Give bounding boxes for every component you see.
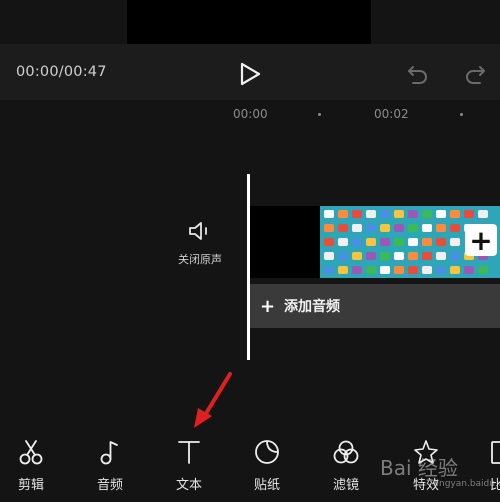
annotation-arrow bbox=[194, 372, 232, 428]
tool-sticker[interactable]: 贴纸 bbox=[237, 438, 297, 493]
app-icon-thumbnail bbox=[422, 210, 432, 218]
tool-edit[interactable]: 剪辑 bbox=[1, 438, 61, 493]
app-icon-thumbnail bbox=[352, 224, 362, 232]
sticker-icon bbox=[255, 440, 279, 464]
app-icon-thumbnail bbox=[380, 210, 390, 218]
app-icon-thumbnail bbox=[380, 224, 390, 232]
app-icon-thumbnail bbox=[436, 238, 446, 246]
app-icon-thumbnail bbox=[324, 224, 334, 232]
playhead[interactable] bbox=[247, 174, 250, 360]
app-icon-thumbnail bbox=[366, 238, 376, 246]
music-note-icon bbox=[100, 441, 118, 465]
app-icon-thumbnail bbox=[324, 252, 334, 260]
app-icon-thumbnail bbox=[366, 266, 376, 274]
app-icon-thumbnail bbox=[436, 252, 446, 260]
app-icon-thumbnail bbox=[338, 252, 348, 260]
app-icon-thumbnail bbox=[408, 210, 418, 218]
app-icon-thumbnail bbox=[478, 266, 488, 274]
app-icon-thumbnail bbox=[394, 238, 404, 246]
text-icon bbox=[178, 441, 200, 464]
app-icon-thumbnail bbox=[352, 252, 362, 260]
video-preview[interactable] bbox=[127, 0, 371, 44]
app-icon-thumbnail bbox=[394, 252, 404, 260]
app-icon-thumbnail bbox=[422, 266, 432, 274]
app-icon-thumbnail bbox=[324, 266, 334, 274]
app-icon-thumbnail bbox=[450, 266, 460, 274]
app-icon-thumbnail bbox=[450, 238, 460, 246]
app-icon-thumbnail bbox=[478, 210, 488, 218]
tool-text[interactable]: 文本 bbox=[159, 438, 219, 493]
app-icon-thumbnail bbox=[366, 252, 376, 260]
app-icon-thumbnail bbox=[394, 224, 404, 232]
add-audio-label: 添加音频 bbox=[284, 299, 340, 315]
tool-label: 剪辑 bbox=[17, 478, 44, 493]
app-icon-thumbnail bbox=[380, 252, 390, 260]
app-icon-thumbnail bbox=[450, 252, 460, 260]
watermark: Bai 经验 jingyan.baidu.com bbox=[380, 456, 500, 489]
app-icon-thumbnail bbox=[450, 224, 460, 232]
filter-icon bbox=[333, 440, 359, 464]
tool-label: 贴纸 bbox=[253, 478, 280, 493]
mute-label: 关闭原声 bbox=[178, 253, 222, 266]
app-icon-thumbnail bbox=[352, 210, 362, 218]
add-audio-button[interactable]: + 添加音频 bbox=[250, 284, 500, 328]
ruler-tick-label: 00:02 bbox=[374, 107, 409, 121]
app-icon-thumbnail bbox=[464, 210, 474, 218]
tool-label: 音频 bbox=[96, 478, 123, 493]
app-icon-thumbnail bbox=[464, 266, 474, 274]
speaker-icon bbox=[189, 222, 207, 240]
tool-filter[interactable]: 滤镜 bbox=[316, 438, 376, 493]
app-icon-thumbnail bbox=[422, 252, 432, 260]
app-icon-thumbnail bbox=[366, 210, 376, 218]
redo-icon[interactable] bbox=[462, 61, 488, 87]
app-icon-thumbnail bbox=[408, 252, 418, 260]
plus-icon: + bbox=[260, 295, 276, 317]
mute-original-sound-button[interactable]: 关闭原声 bbox=[170, 220, 230, 267]
app-icon-thumbnail bbox=[338, 210, 348, 218]
app-icon-thumbnail bbox=[324, 238, 334, 246]
tool-label: 文本 bbox=[175, 478, 202, 493]
video-clip-black[interactable] bbox=[250, 206, 320, 278]
app-icon-thumbnail bbox=[394, 210, 404, 218]
app-icon-thumbnail bbox=[338, 266, 348, 274]
tool-label: 滤镜 bbox=[332, 478, 359, 493]
app-icon-thumbnail bbox=[408, 238, 418, 246]
app-icon-thumbnail bbox=[366, 224, 376, 232]
app-icon-thumbnail bbox=[436, 210, 446, 218]
timecode: 00:00/00:47 bbox=[16, 64, 107, 80]
app-icon-thumbnail bbox=[422, 224, 432, 232]
app-icon-thumbnail bbox=[352, 238, 362, 246]
add-clip-button[interactable]: + bbox=[465, 224, 497, 257]
ruler-tick-label: 00:00 bbox=[233, 107, 268, 121]
tool-audio[interactable]: 音频 bbox=[80, 438, 140, 493]
app-icon-thumbnail bbox=[436, 224, 446, 232]
ruler-tick-dot bbox=[318, 113, 321, 116]
scissors-icon bbox=[19, 440, 43, 465]
app-icon-thumbnail bbox=[394, 266, 404, 274]
app-icon-thumbnail bbox=[338, 238, 348, 246]
undo-icon[interactable] bbox=[405, 61, 431, 87]
app-icon-thumbnail bbox=[380, 266, 390, 274]
app-icon-thumbnail bbox=[324, 210, 334, 218]
app-icon-thumbnail bbox=[436, 266, 446, 274]
app-icon-thumbnail bbox=[380, 238, 390, 246]
app-icon-thumbnail bbox=[352, 266, 362, 274]
ruler-tick-dot bbox=[460, 113, 463, 116]
app-icon-thumbnail bbox=[450, 210, 460, 218]
app-icon-thumbnail bbox=[338, 224, 348, 232]
app-icon-thumbnail bbox=[408, 266, 418, 274]
app-icon-thumbnail bbox=[422, 238, 432, 246]
app-icon-thumbnail bbox=[408, 224, 418, 232]
play-button[interactable] bbox=[236, 60, 264, 88]
